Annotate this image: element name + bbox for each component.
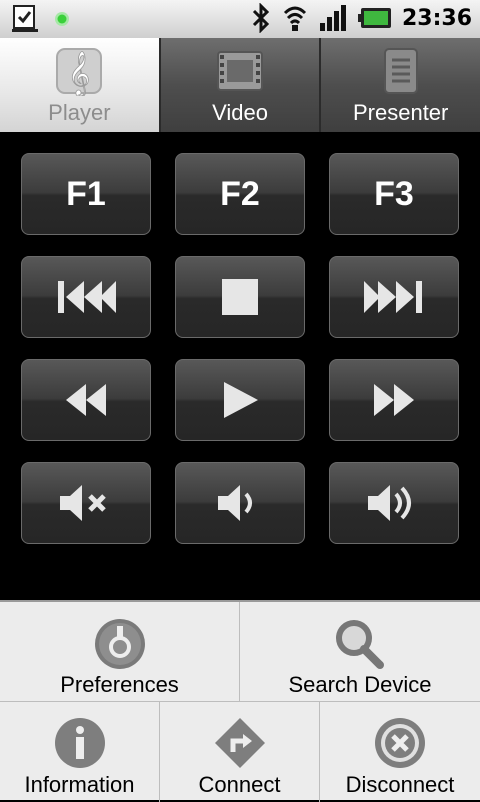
f1-button[interactable]: F1 — [21, 153, 151, 235]
led-green-icon — [55, 12, 69, 26]
tab-bar: 𝄞 Player Video Presenter — [0, 38, 480, 132]
stop-icon — [222, 279, 258, 315]
battery-charging-icon — [357, 8, 391, 28]
f2-button[interactable]: F2 — [175, 153, 305, 235]
tab-video[interactable]: Video — [160, 38, 322, 132]
signal-icon — [319, 5, 346, 31]
tab-video-label: Video — [212, 100, 268, 125]
menu-item-connect-label: Connect — [198, 772, 281, 797]
rewind-button[interactable] — [21, 359, 151, 441]
volume-up-button[interactable] — [329, 462, 459, 544]
search-icon — [336, 620, 384, 669]
skip-next-icon — [364, 281, 422, 313]
treble-clef-icon: 𝄞 — [56, 48, 103, 96]
volume-up-icon — [368, 485, 411, 521]
menu-item-connect[interactable]: Connect — [160, 702, 320, 802]
menu-item-preferences-label: Preferences — [60, 672, 179, 697]
info-icon — [54, 718, 105, 768]
tab-presenter-label: Presenter — [352, 100, 449, 125]
skip-previous-button[interactable] — [21, 256, 151, 338]
menu-item-search-device-label: Search Device — [288, 672, 432, 697]
film-icon — [217, 51, 263, 91]
menu-item-disconnect[interactable]: Disconnect — [320, 702, 480, 802]
volume-down-icon — [218, 485, 252, 521]
f2-label: F2 — [220, 174, 260, 213]
options-menu: Preferences Search Device Information Co… — [0, 600, 480, 802]
remote-pad: F1 F2 F3 — [0, 132, 480, 600]
stop-button[interactable] — [175, 256, 305, 338]
fast-forward-button[interactable] — [329, 359, 459, 441]
play-button[interactable] — [175, 359, 305, 441]
menu-item-disconnect-label: Disconnect — [345, 772, 455, 797]
skip-next-button[interactable] — [329, 256, 459, 338]
download-complete-icon — [12, 5, 38, 32]
clock: 23:36 — [401, 5, 472, 31]
tab-presenter[interactable]: Presenter — [321, 38, 480, 132]
wifi-icon — [283, 6, 307, 31]
menu-item-search-device[interactable]: Search Device — [240, 602, 480, 702]
connect-icon — [214, 718, 265, 768]
bluetooth-icon — [252, 3, 270, 33]
tab-player[interactable]: 𝄞 Player — [0, 38, 161, 132]
menu-item-information-label: Information — [24, 772, 135, 797]
tab-player-label: Player — [48, 100, 111, 125]
f3-button[interactable]: F3 — [329, 153, 459, 235]
fast-forward-icon — [374, 384, 414, 416]
skip-previous-icon — [58, 281, 116, 313]
svg-text:𝄞: 𝄞 — [68, 51, 90, 96]
status-bar: 23:36 — [0, 0, 480, 38]
menu-item-information[interactable]: Information — [0, 702, 160, 802]
mute-icon — [60, 485, 106, 521]
disconnect-icon — [375, 718, 425, 768]
menu-item-preferences[interactable]: Preferences — [0, 602, 240, 702]
f3-label: F3 — [374, 174, 414, 213]
preferences-icon — [94, 619, 145, 669]
document-icon — [383, 48, 418, 94]
f1-label: F1 — [66, 174, 106, 213]
volume-down-button[interactable] — [175, 462, 305, 544]
mute-button[interactable] — [21, 462, 151, 544]
rewind-icon — [66, 384, 106, 416]
play-icon — [224, 382, 258, 418]
